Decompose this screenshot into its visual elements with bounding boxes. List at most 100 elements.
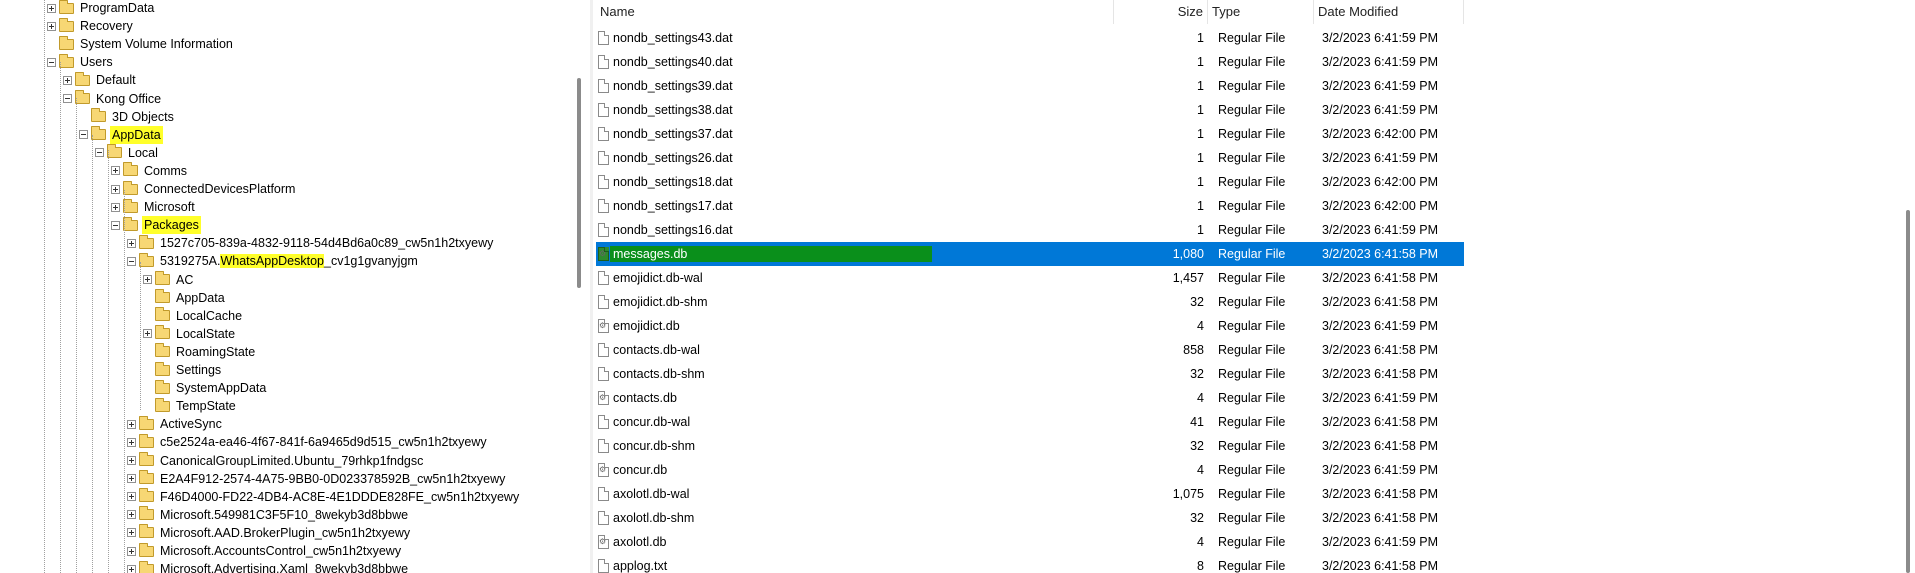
column-header-type[interactable]: Type	[1208, 0, 1314, 24]
tree-item[interactable]: Microsoft.Advertising.Xaml_8wekyb3d8bbwe	[127, 560, 410, 573]
expand-icon[interactable]	[47, 3, 56, 13]
tree-item[interactable]: AC	[143, 271, 195, 289]
expand-icon[interactable]	[127, 238, 136, 248]
tree-item[interactable]: AppData	[143, 289, 227, 307]
tree-item[interactable]: Microsoft.AAD.BrokerPlugin_cw5n1h2txyewy	[127, 524, 412, 542]
file-row[interactable]: emojidict.db 4 Regular File 3/2/2023 6:41:5…	[596, 314, 1464, 338]
file-name-cell: concur.db-wal	[598, 410, 690, 434]
collapse-icon[interactable]	[95, 148, 104, 158]
tree-item[interactable]: Microsoft.AccountsControl_cw5n1h2txyewy	[127, 542, 403, 560]
file-row[interactable]: emojidict.db-shm 32 Regular File 3/2/2023 6…	[596, 290, 1464, 314]
tree-item[interactable]: LocalState	[143, 325, 237, 343]
collapse-icon[interactable]	[47, 57, 56, 67]
file-row[interactable]: emojidict.db-wal 1,457 Regular File 3/2/202…	[596, 266, 1464, 290]
tree-item[interactable]: 1527c705-839a-4832-9118-54d4Bd6a0c89_cw5…	[127, 234, 495, 252]
collapse-icon[interactable]	[127, 256, 136, 266]
expand-icon[interactable]	[127, 474, 136, 484]
tree-item[interactable]: c5e2524a-ea46-4f67-841f-6a9465d9d515_cw5…	[127, 433, 489, 451]
expand-icon[interactable]	[127, 456, 136, 465]
file-size: 858	[1183, 343, 1204, 357]
tree-item-label: RoamingState	[176, 344, 256, 359]
file-name: emojidict.db-shm	[613, 295, 708, 309]
tree-item-label: Users	[80, 55, 113, 70]
pane-splitter[interactable]	[590, 0, 593, 573]
tree-item[interactable]: E2A4F912-2574-4A75-9BB0-0D023378592B_cw5…	[127, 470, 507, 488]
file-row[interactable]: nondb_settings26.dat 1 Regular File 3/2/202…	[596, 146, 1464, 170]
expand-icon[interactable]	[111, 184, 120, 194]
column-header-size[interactable]: Size	[1114, 0, 1208, 24]
collapse-icon[interactable]	[79, 130, 88, 140]
file-row[interactable]: axolotl.db-shm 32 Regular File 3/2/2023 6:4…	[596, 506, 1464, 530]
expand-icon[interactable]	[47, 21, 56, 31]
file-row[interactable]: applog.txt 8 Regular File 3/2/2023 6:41:58 …	[596, 554, 1464, 573]
file-row[interactable]: contacts.db-shm 32 Regular File 3/2/2023 6:…	[596, 362, 1464, 386]
file-row[interactable]: concur.db-shm 32 Regular File 3/2/2023 6:41…	[596, 434, 1464, 458]
tree-guide-line	[124, 190, 125, 573]
expand-icon[interactable]	[127, 492, 136, 502]
file-name: nondb_settings43.dat	[613, 31, 733, 45]
expand-icon[interactable]	[127, 437, 136, 447]
tree-item[interactable]: Users	[47, 53, 115, 71]
column-header-name[interactable]: Name	[596, 0, 1114, 24]
expand-icon[interactable]	[127, 510, 136, 520]
file-row[interactable]: nondb_settings16.dat 1 Regular File 3/2/202…	[596, 218, 1464, 242]
tree-item[interactable]: Kong Office	[63, 90, 163, 108]
tree-item[interactable]: System Volume Information	[47, 35, 235, 53]
tree-item[interactable]: Default	[63, 71, 138, 89]
file-name: emojidict.db	[613, 319, 680, 333]
file-size: 1	[1197, 223, 1204, 237]
file-row[interactable]: nondb_settings17.dat 1 Regular File 3/2/202…	[596, 194, 1464, 218]
tree-item[interactable]: ActiveSync	[127, 415, 224, 433]
tree-item[interactable]: Settings	[143, 361, 223, 379]
expand-icon[interactable]	[127, 419, 136, 429]
expand-icon[interactable]	[143, 275, 152, 284]
column-header-date-modified[interactable]: Date Modified	[1314, 0, 1464, 24]
file-row[interactable]: nondb_settings43.dat 1 Regular File 3/2/202…	[596, 26, 1464, 50]
tree-item[interactable]: 5319275A.WhatsAppDesktop_cv1g1gvanyjgm	[127, 252, 420, 270]
file-row[interactable]: nondb_settings18.dat 1 Regular File 3/2/202…	[596, 170, 1464, 194]
file-list[interactable]: Name Size Type Date Modified nondb_setti…	[596, 0, 1915, 573]
tree-item[interactable]: ProgramData	[47, 0, 156, 17]
file-row[interactable]: nondb_settings38.dat 1 Regular File 3/2/202…	[596, 98, 1464, 122]
file-type: Regular File	[1218, 295, 1286, 309]
file-row[interactable]: nondb_settings40.dat 1 Regular File 3/2/202…	[596, 50, 1464, 74]
file-row-selected[interactable]: messages.db 1,080 Regular File 3/2/2023 6:4…	[596, 242, 1464, 266]
tree-item[interactable]: CanonicalGroupLimited.Ubuntu_79rhkp1fndg…	[127, 452, 425, 470]
tree-item[interactable]: SystemAppData	[143, 379, 268, 397]
file-row[interactable]: axolotl.db 4 Regular File 3/2/2023 6:41:59 …	[596, 530, 1464, 554]
folder-tree[interactable]: ProgramData Recovery System Volume Informa…	[0, 0, 590, 573]
tree-item[interactable]: F46D4000-FD22-4DB4-AC8E-4E1DDDE828FE_cw5…	[127, 488, 521, 506]
file-size: 32	[1190, 295, 1204, 309]
file-type: Regular File	[1218, 151, 1286, 165]
expand-icon[interactable]	[143, 329, 152, 339]
tree-item[interactable]: ConnectedDevicesPlatform	[111, 180, 297, 198]
expand-icon[interactable]	[127, 546, 136, 556]
tree-item[interactable]: LocalCache	[143, 307, 244, 325]
tree-item-label: 1527c705-839a-4832-9118-54d4Bd6a0c89_cw5…	[160, 236, 494, 251]
file-row[interactable]: axolotl.db-wal 1,075 Regular File 3/2/2023 …	[596, 482, 1464, 506]
expand-icon[interactable]	[111, 166, 120, 176]
tree-item[interactable]: TempState	[143, 397, 238, 415]
expand-icon[interactable]	[127, 564, 136, 573]
tree-item[interactable]: Recovery	[47, 17, 135, 35]
collapse-icon[interactable]	[63, 94, 72, 103]
tree-item[interactable]: Microsoft.549981C3F5F10_8wekyb3d8bbwe	[127, 506, 410, 524]
tree-item[interactable]: Local	[95, 144, 160, 162]
file-row[interactable]: contacts.db 4 Regular File 3/2/2023 6:41:59…	[596, 386, 1464, 410]
file-name-cell: nondb_settings26.dat	[598, 146, 733, 170]
expand-icon[interactable]	[111, 202, 120, 212]
tree-scrollbar-thumb[interactable]	[577, 78, 581, 288]
file-row[interactable]: concur.db 4 Regular File 3/2/2023 6:41:59 P…	[596, 458, 1464, 482]
file-row[interactable]: contacts.db-wal 858 Regular File 3/2/2023 6…	[596, 338, 1464, 362]
tree-item[interactable]: 3D Objects	[79, 108, 176, 126]
file-list-scrollbar-thumb[interactable]	[1906, 210, 1910, 573]
collapse-icon[interactable]	[111, 220, 120, 230]
tree-guide-line	[76, 98, 77, 573]
file-row[interactable]: nondb_settings37.dat 1 Regular File 3/2/202…	[596, 122, 1464, 146]
tree-item[interactable]: Comms	[111, 162, 189, 180]
expand-icon[interactable]	[127, 528, 136, 538]
expand-icon[interactable]	[63, 75, 72, 85]
file-row[interactable]: concur.db-wal 41 Regular File 3/2/2023 6:41…	[596, 410, 1464, 434]
tree-item[interactable]: RoamingState	[143, 343, 257, 361]
file-row[interactable]: nondb_settings39.dat 1 Regular File 3/2/202…	[596, 74, 1464, 98]
